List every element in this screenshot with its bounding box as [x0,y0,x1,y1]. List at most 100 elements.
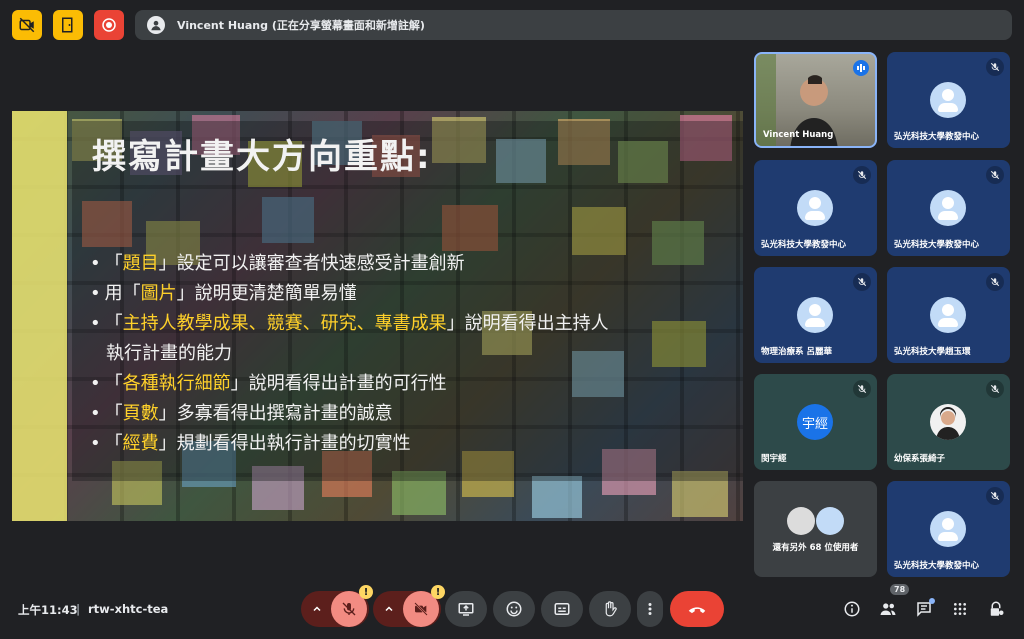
chevron-up-icon [313,606,321,612]
participant-tile[interactable]: 物理治療系 呂麗華 [754,267,877,363]
muted-indicator [986,166,1004,184]
people-icon [880,603,896,615]
mic-options-chevron[interactable] [309,591,325,627]
companion-mode-button[interactable] [53,10,83,40]
meeting-details-button[interactable] [841,598,863,620]
participant-tile[interactable]: 弘光科技大學教發中心 [887,481,1010,577]
participant-name: 弘光科技大學教發中心 [894,132,980,142]
participant-tile[interactable]: 幼保系張綺子 [887,374,1010,470]
reactions-button[interactable] [493,591,535,627]
profile-photo [936,407,960,440]
mic-off-icon [857,384,867,394]
bullet-text: 」說明更清楚簡單易懂 [176,283,357,304]
chevron-up-icon [385,606,393,612]
recording-button[interactable] [94,10,124,40]
muted-indicator [853,380,871,398]
info-icon [844,601,860,617]
captions-button[interactable] [541,591,583,627]
participant-tile[interactable]: Vincent Huang [754,52,877,148]
bullet-text: 「 [104,253,123,274]
camera-group: ! [373,585,445,627]
mic-off-icon [990,384,1000,394]
chat-button[interactable] [913,598,935,620]
participant-tile[interactable]: 弘光科技大學教發中心 [887,160,1010,256]
avatar [930,190,966,226]
bullet-text: 」規劃看得出執行計畫的切實性 [158,433,411,454]
meeting-code[interactable]: rtw-xhtc-tea [88,602,168,616]
participant-tile[interactable]: 弘光科技大學趙玉環 [887,267,1010,363]
present-screen-button[interactable] [445,591,487,627]
separator: | [76,602,81,616]
bullet-highlight: 主持人教學成果、競賽、研究、專書成果 [122,313,447,334]
audio-wave-icon [857,64,865,72]
slide-bullet: • 「題目」設定可以讓審查者快速感受計畫創新 [90,249,710,279]
muted-indicator [986,487,1004,505]
meeting-time: 上午11:43 [18,603,78,617]
camera-off-button[interactable] [12,10,42,40]
people-button[interactable]: 78 [877,584,910,620]
hand-icon [605,601,617,617]
bullet-highlight: 頁數 [122,403,159,424]
bullet-text: 」說明看得出主持人 [446,313,609,334]
mic-off-icon [990,491,1000,501]
avatar [930,511,966,547]
avatar [797,297,833,333]
activities-button[interactable] [949,598,971,620]
participant-tile[interactable]: 弘光科技大學教發中心 [887,52,1010,148]
participant-tile[interactable]: 弘光科技大學教發中心 [754,160,877,256]
slide-bullet: • 「頁數」多寡看得出撰寫計畫的誠意 [90,399,710,429]
avatar [930,82,966,118]
shared-screen: 撰寫計畫大方向重點: • 「題目」設定可以讓審查者快速感受計畫創新 • 用「圖片」說明… [12,111,743,521]
door-icon [62,17,73,33]
hang-up-icon [688,607,706,614]
host-controls-button[interactable] [985,598,1007,620]
bullet-continuation: 執行計畫的能力 [106,343,232,364]
participant-count-badge: 78 [890,584,910,595]
mic-off-icon [857,277,867,287]
presenter-avatar [147,16,165,34]
bullet-text: 「 [104,433,123,454]
participant-tile[interactable]: 還有另外 68 位使用者 [754,481,877,577]
camera-options-chevron[interactable] [381,591,397,627]
participant-name: 弘光科技大學教發中心 [761,240,847,250]
mic-off-icon [990,277,1000,287]
muted-indicator [853,166,871,184]
raise-hand-button[interactable] [589,591,631,627]
mic-off-icon [342,602,356,616]
bullet-dot: • [90,253,101,274]
bullet-text: 「 [104,403,123,424]
record-icon [102,18,116,32]
slide-bullets: • 「題目」設定可以讓審查者快速感受計畫創新 • 用「圖片」說明更清楚簡單易懂 • 「主持… [90,249,710,459]
more-options-button[interactable] [637,591,663,627]
presenter-label: Vincent Huang (正在分享螢幕畫面和新增註解) [177,19,425,32]
bullet-text: 」設定可以讓審查者快速感受計畫創新 [158,253,465,274]
bullet-dot: • [90,433,101,454]
presenter-banner[interactable]: Vincent Huang (正在分享螢幕畫面和新增註解) [135,10,1012,40]
present-icon [458,603,474,616]
bullet-text: 「 [104,313,123,334]
apps-grid-icon [954,603,966,615]
bullet-highlight: 各種執行細節 [122,373,231,394]
avatar [797,190,833,226]
slide-title: 撰寫計畫大方向重點: [92,137,432,177]
bullet-dot: • [90,283,101,304]
slide-bullet: • 「經費」規劃看得出執行計畫的切實性 [90,429,710,459]
participant-name: 弘光科技大學教發中心 [894,240,980,250]
mic-off-icon [857,170,867,180]
sticky-note-strip [12,111,67,521]
leave-call-button[interactable] [670,591,724,627]
lock-person-icon [990,601,1004,616]
participant-tile[interactable]: 宇經 閔宇經 [754,374,877,470]
participant-name: 幼保系張綺子 [894,454,946,464]
more-vert-icon [648,603,652,615]
participant-name: 閔宇經 [761,454,787,464]
participant-name: 弘光科技大學趙玉環 [894,347,971,357]
avatar [816,507,844,535]
participant-name: 還有另外 68 位使用者 [772,543,859,553]
bullet-highlight: 題目 [122,253,159,274]
captions-icon [554,603,570,615]
slide-bullet: • 「各種執行細節」說明看得出計畫的可行性 [90,369,710,399]
mic-off-icon [990,62,1000,72]
chat-dot [929,598,935,604]
person-icon [151,20,161,31]
